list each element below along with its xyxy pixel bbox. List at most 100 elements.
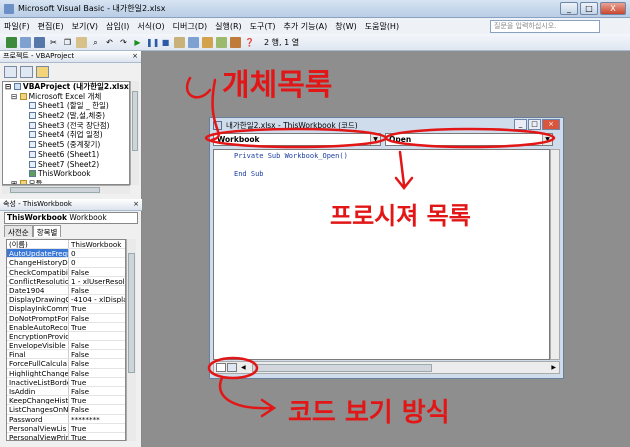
property-row[interactable]: HighlightChanges False (7, 368, 125, 378)
menu-addins[interactable]: 추가 기능(A) (284, 21, 328, 32)
maximize-button[interactable]: □ (580, 2, 598, 15)
toolbox-icon[interactable] (230, 36, 241, 48)
view-code-icon[interactable] (4, 66, 17, 78)
code-window[interactable]: 내가한일2.xlsx - ThisWorkbook (코드) _ □ × Wor… (209, 117, 564, 379)
property-value[interactable]: False (69, 286, 125, 294)
property-row[interactable]: KeepChangeHist True (7, 396, 125, 406)
menu-run[interactable]: 실행(R) (215, 21, 242, 32)
view-object-icon[interactable] (20, 66, 33, 78)
property-value[interactable]: 1 - xlUserResol (69, 277, 125, 285)
property-value[interactable]: ******** (69, 415, 125, 423)
stop-icon[interactable]: ■ (160, 37, 171, 48)
tree-node-sheet[interactable]: Sheet2 (말,설,체중) (3, 111, 129, 121)
scrollbar-thumb[interactable] (128, 253, 135, 373)
property-value[interactable]: False (69, 268, 125, 276)
code-minimize-button[interactable]: _ (514, 119, 527, 130)
code-horizontal-scrollbar[interactable]: ◀ ▶ (213, 361, 560, 374)
property-value[interactable]: False (69, 369, 125, 377)
menu-debug[interactable]: 디버그(D) (173, 21, 207, 32)
property-row[interactable]: EnableAutoRecov True (7, 322, 125, 332)
property-row[interactable]: ListChangesOnN False (7, 405, 125, 415)
property-row[interactable]: EncryptionProvid (7, 331, 125, 342)
procedure-view-icon[interactable] (216, 363, 226, 372)
redo-icon[interactable]: ↷ (118, 37, 129, 48)
menu-window[interactable]: 창(W) (335, 21, 357, 32)
property-value[interactable]: False (69, 405, 125, 413)
property-row[interactable]: AutoUpdateFrequ 0 (7, 249, 125, 259)
property-row[interactable]: ForceFullCalcula False (7, 359, 125, 369)
property-row[interactable]: CheckCompatibil False (7, 267, 125, 277)
pause-icon[interactable]: ❚❚ (146, 37, 159, 48)
property-value[interactable]: True (69, 378, 125, 386)
help-icon[interactable]: ❓ (244, 37, 255, 48)
property-value[interactable]: False (69, 341, 125, 349)
close-button[interactable]: X (600, 2, 626, 15)
undo-icon[interactable]: ↶ (104, 37, 115, 48)
tree-node-sheet[interactable]: Sheet6 (Sheet1) (3, 150, 129, 160)
full-module-view-icon[interactable] (227, 363, 237, 372)
tree-node-thisworkbook[interactable]: ThisWorkbook (3, 169, 129, 179)
tree-node-excel-objects[interactable]: ⊟ Microsoft Excel 개체 (3, 92, 129, 102)
property-row[interactable]: (이름) ThisWorkbook (7, 240, 125, 250)
property-row[interactable]: Final False (7, 350, 125, 360)
code-vertical-scrollbar[interactable] (550, 149, 560, 360)
close-icon[interactable]: × (133, 199, 139, 210)
properties-scrollbar[interactable] (126, 239, 136, 441)
property-value[interactable]: 0 (69, 258, 125, 266)
property-row[interactable]: DisplayInkComm True (7, 304, 125, 314)
menu-view[interactable]: 보기(V) (72, 21, 98, 32)
tree-node-sheet[interactable]: Sheet7 (Sheet2) (3, 160, 129, 170)
property-value[interactable]: ThisWorkbook (69, 240, 125, 248)
find-icon[interactable]: ⌕ (90, 37, 101, 48)
project-explorer-icon[interactable] (188, 36, 199, 48)
tab-categorized[interactable]: 항목별 (32, 225, 62, 237)
property-row[interactable]: Date1904 False (7, 285, 125, 296)
property-row[interactable]: ChangeHistoryDu 0 (7, 258, 125, 268)
project-tree-scrollbar[interactable] (130, 81, 139, 185)
tree-node-project[interactable]: ⊟ VBAProject (내가한일2.xlsx) (3, 82, 129, 92)
property-value[interactable]: True (69, 424, 125, 432)
property-row[interactable]: ConflictResolutio 1 - xlUserResol (7, 276, 125, 286)
save-icon[interactable] (34, 36, 45, 48)
chevron-down-icon[interactable]: ▼ (370, 134, 380, 145)
property-row[interactable]: Password ******** (7, 414, 125, 424)
tab-alphabetic[interactable]: 사전순 (4, 225, 33, 237)
menu-edit[interactable]: 편집(E) (38, 21, 64, 32)
property-row[interactable]: IsAddin False (7, 387, 125, 397)
property-value[interactable]: False (69, 350, 125, 358)
menu-file[interactable]: 파일(F) (4, 21, 30, 32)
scroll-left-icon[interactable]: ◀ (241, 364, 246, 371)
code-editor[interactable]: Private Sub Workbook_Open() End Sub (213, 149, 550, 360)
property-value[interactable]: True (69, 323, 125, 331)
property-row[interactable]: InactiveListBorde True (7, 377, 125, 387)
run-icon[interactable]: ▶ (132, 37, 143, 48)
toggle-folders-icon[interactable] (36, 66, 49, 78)
excel-view-icon[interactable] (6, 36, 17, 48)
properties-grid[interactable]: (이름) ThisWorkbook AutoUpdateFrequ 0 ChangeHi… (6, 239, 126, 441)
property-value[interactable]: False (69, 359, 125, 367)
procedure-combo[interactable]: Open ▼ (385, 133, 553, 146)
tree-node-sheet[interactable]: Sheet5 (중계찾기) (3, 140, 129, 150)
property-value[interactable]: True (69, 433, 125, 440)
properties-icon[interactable] (202, 36, 213, 48)
tree-node-sheet[interactable]: Sheet4 (취업 일정) (3, 130, 129, 140)
code-maximize-button[interactable]: □ (528, 119, 541, 130)
tree-node-sheet[interactable]: Sheet1 (할일 _ 한일) (3, 101, 129, 111)
scroll-right-icon[interactable]: ▶ (551, 364, 556, 371)
tree-node-sheet[interactable]: Sheet3 (전국 장단점) (3, 121, 129, 131)
insert-module-icon[interactable] (20, 36, 31, 48)
property-value[interactable]: True (69, 304, 125, 312)
project-tree-hscrollbar[interactable] (2, 185, 130, 194)
property-value[interactable]: 0 (69, 249, 125, 257)
design-mode-icon[interactable] (174, 36, 185, 48)
menu-tools[interactable]: 도구(T) (250, 21, 276, 32)
property-value[interactable]: True (69, 396, 125, 404)
help-search-input[interactable]: 질문을 입력하십시오. (490, 20, 600, 33)
chevron-down-icon[interactable]: ▼ (542, 134, 552, 145)
property-value[interactable]: -4104 - xlDispla (69, 295, 125, 303)
property-row[interactable]: DisplayDrawingO -4104 - xlDispla (7, 295, 125, 305)
menu-format[interactable]: 서식(O) (137, 21, 164, 32)
property-row[interactable]: DoNotPromptFor False (7, 313, 125, 323)
object-browser-icon[interactable] (216, 36, 227, 48)
property-value[interactable]: False (69, 314, 125, 322)
